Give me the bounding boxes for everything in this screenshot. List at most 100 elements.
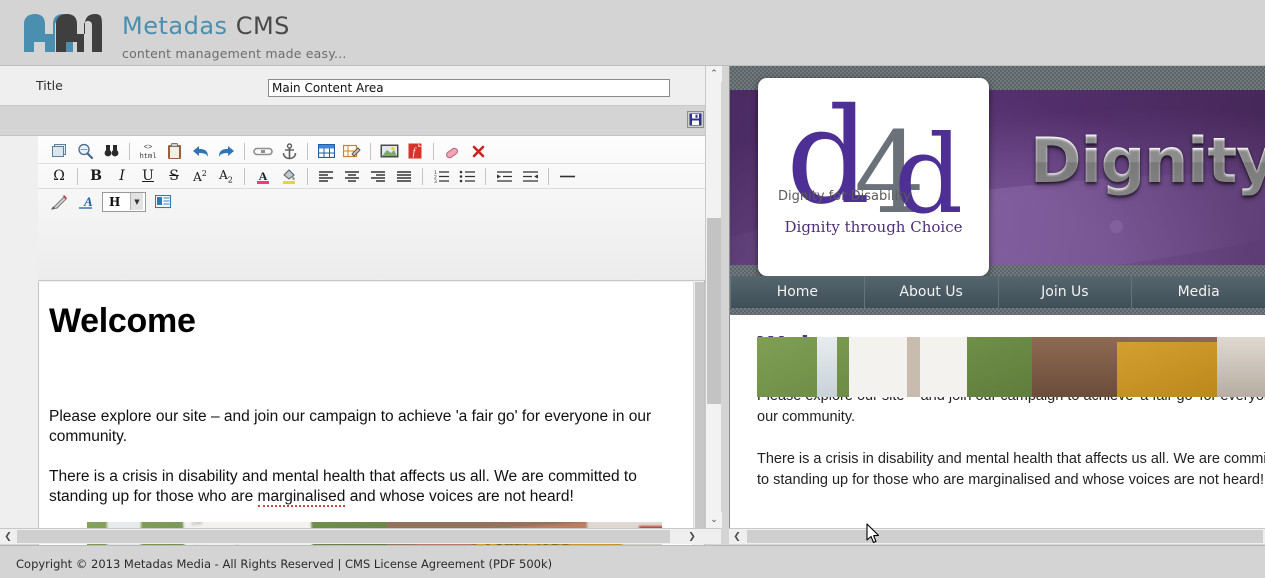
align-left-icon[interactable]: [313, 165, 339, 187]
toolbar-row-2: Ω B I U S A2 A2 A: [38, 164, 705, 189]
format-painter-icon[interactable]: [46, 191, 72, 213]
align-justify-icon[interactable]: [391, 165, 417, 187]
toolbar-separator: [370, 143, 371, 160]
show-blocks-icon[interactable]: [150, 191, 176, 213]
left-pane-vertical-scrollbar[interactable]: ⌃ ⌄: [705, 66, 721, 528]
toolbar-row-1: <>html: [38, 139, 705, 164]
brand-text-block: Metadas CMS content management made easy…: [122, 12, 347, 61]
preview-scroll-left-arrow-icon[interactable]: ❮: [729, 529, 745, 544]
scroll-down-arrow-icon[interactable]: ⌄: [706, 512, 722, 528]
svg-text:html: html: [140, 153, 157, 160]
svg-text:A: A: [83, 194, 93, 209]
toolbar-separator: [77, 168, 78, 185]
nav-item-media[interactable]: Media: [1132, 276, 1265, 308]
editor-pane: Title: [0, 66, 705, 544]
brand-name-primary: Metadas: [122, 12, 228, 40]
nav-item-join-us[interactable]: Join Us: [999, 276, 1133, 308]
brand-header: Metadas CMS content management made easy…: [0, 0, 1265, 66]
table-properties-icon[interactable]: [339, 140, 365, 162]
indent-icon[interactable]: [491, 165, 517, 187]
delete-icon[interactable]: [465, 140, 491, 162]
toolbar-separator: [485, 168, 486, 185]
title-label: Title: [36, 78, 63, 93]
rich-text-toolbar: <>html: [38, 136, 705, 281]
align-center-icon[interactable]: [339, 165, 365, 187]
document-heading: Welcome: [49, 302, 680, 341]
text-color-icon[interactable]: A: [250, 165, 276, 187]
toolbar-separator: [422, 168, 423, 185]
brand-name-secondary: CMS: [236, 12, 290, 40]
footer-copyright-text: Copyright © 2013 Metadas Media - All Rig…: [16, 557, 552, 571]
brand-title: Metadas CMS: [122, 12, 347, 40]
redo-icon[interactable]: [213, 140, 239, 162]
left-pane-scroll-thumb[interactable]: [707, 218, 721, 404]
misspelled-word: marginalised: [258, 488, 346, 507]
link-icon[interactable]: [250, 140, 276, 162]
left-pane-hscroll-thumb[interactable]: [17, 530, 670, 543]
spellcheck-icon[interactable]: A: [72, 191, 98, 213]
horizontal-rule-icon[interactable]: [554, 165, 580, 187]
background-color-icon[interactable]: [276, 165, 302, 187]
document-paragraph-1: Please explore our site – and join our c…: [49, 407, 674, 447]
toolbar-separator: [307, 168, 308, 185]
find-replace-icon[interactable]: [98, 140, 124, 162]
templates-icon[interactable]: [46, 140, 72, 162]
left-pane-horizontal-scrollbar[interactable]: ❮ ❯: [0, 528, 721, 544]
toolbar-separator: [433, 143, 434, 160]
format-select-value: H: [109, 195, 120, 209]
toolbar-separator: [548, 168, 549, 185]
toolbar-separator: [244, 168, 245, 185]
svg-text:<>: <>: [144, 144, 152, 152]
scroll-right-arrow-icon[interactable]: ❯: [684, 529, 700, 544]
save-button[interactable]: [687, 111, 704, 128]
svg-text:3: 3: [434, 179, 437, 183]
cms-application-window: Metadas CMS content management made easy…: [0, 0, 1265, 578]
preview-hscroll-thumb[interactable]: [747, 530, 1263, 543]
preview-image: [757, 337, 1265, 397]
format-select[interactable]: H ▼: [102, 192, 146, 212]
bulleted-list-icon[interactable]: [454, 165, 480, 187]
footer: Copyright © 2013 Metadas Media - All Rig…: [0, 545, 1265, 578]
subscript-icon[interactable]: A2: [213, 165, 239, 187]
d4d-logo-card: d 4 d Dignity for Disability Dignity thr…: [758, 78, 989, 276]
insert-image-icon[interactable]: [376, 140, 402, 162]
save-toolbar-row: [0, 106, 705, 136]
insert-flash-icon[interactable]: f: [402, 140, 428, 162]
paragraph-2-text-after: and whose voices are not heard!: [345, 488, 573, 505]
nav-item-about-us[interactable]: About Us: [865, 276, 999, 308]
superscript-icon[interactable]: A2: [187, 165, 213, 187]
scroll-up-arrow-icon[interactable]: ⌃: [706, 66, 722, 82]
special-character-icon[interactable]: Ω: [46, 165, 72, 187]
editor-document-scrollbar-thumb[interactable]: [695, 282, 704, 534]
site-navigation: Home About Us Join Us Media: [730, 276, 1265, 308]
floppy-disk-icon: [689, 113, 702, 126]
undo-icon[interactable]: [187, 140, 213, 162]
logo-sub-label: Dignity for Disability: [778, 189, 911, 204]
outdent-icon[interactable]: [517, 165, 543, 187]
d4d-logo-icon: d 4 d Dignity for Disability: [768, 84, 980, 224]
remove-format-icon[interactable]: [439, 140, 465, 162]
preview-horizontal-scrollbar[interactable]: ❮: [729, 528, 1265, 544]
bold-icon[interactable]: B: [83, 165, 109, 187]
title-input[interactable]: [268, 79, 670, 97]
preview-paragraph-2: There is a crisis in disability and ment…: [757, 449, 1265, 491]
logo-tagline: Dignity through Choice: [758, 218, 989, 236]
source-html-icon[interactable]: <>html: [135, 140, 161, 162]
nav-item-home[interactable]: Home: [730, 276, 865, 308]
paste-icon[interactable]: [161, 140, 187, 162]
preview-icon[interactable]: [72, 140, 98, 162]
align-right-icon[interactable]: [365, 165, 391, 187]
site-preview-pane: Dignity d 4 d Dignity for Disability Dig…: [729, 66, 1265, 528]
scroll-left-arrow-icon[interactable]: ❮: [0, 529, 16, 544]
svg-text:A: A: [259, 169, 268, 183]
anchor-icon[interactable]: [276, 140, 302, 162]
insert-table-icon[interactable]: [313, 140, 339, 162]
italic-icon[interactable]: I: [109, 165, 135, 187]
toolbar-row-3: A H ▼: [38, 189, 705, 214]
underline-icon[interactable]: U: [135, 165, 161, 187]
banner-bubble-decoration: [1110, 220, 1123, 233]
chevron-down-icon: ▼: [130, 193, 143, 210]
numbered-list-icon[interactable]: 123: [428, 165, 454, 187]
metadas-logo-icon: [22, 12, 104, 54]
strikethrough-icon[interactable]: S: [161, 165, 187, 187]
